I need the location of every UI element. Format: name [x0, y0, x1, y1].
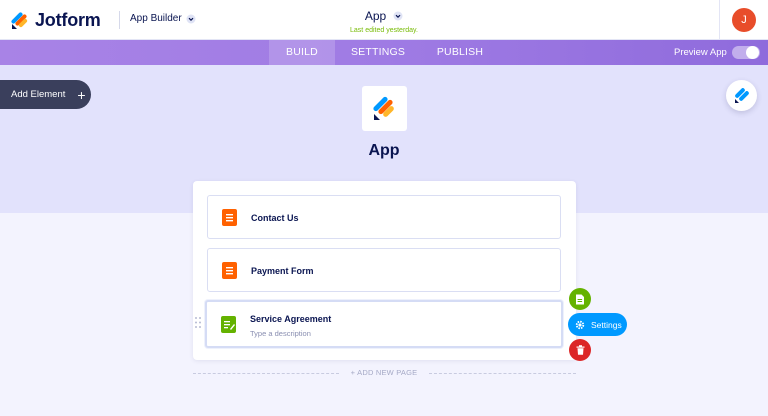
- jotform-logo-icon: [11, 11, 28, 29]
- app-icon[interactable]: [362, 86, 407, 131]
- preview-app-toggle[interactable]: [732, 46, 760, 59]
- page-item-payment-form[interactable]: Payment Form: [207, 248, 561, 292]
- settings-label: Settings: [591, 319, 622, 330]
- page-label: Payment Form: [251, 266, 314, 276]
- app-assistant-button[interactable]: [726, 80, 757, 111]
- jotform-logo[interactable]: Jotform: [11, 10, 101, 31]
- page-item-service-agreement[interactable]: Service Agreement Type a description: [205, 300, 563, 348]
- page-label: Contact Us: [251, 213, 299, 223]
- trash-icon: [576, 345, 584, 355]
- form-icon: [222, 262, 237, 279]
- app-title: App: [364, 9, 387, 23]
- tab-settings[interactable]: SETTINGS: [343, 40, 413, 65]
- jotform-logo-icon: [734, 87, 749, 103]
- gear-icon: [575, 320, 585, 329]
- top-header: Jotform App Builder App Last edited yest…: [0, 0, 768, 40]
- tab-build[interactable]: BUILD: [269, 40, 335, 65]
- divider-line-right: [429, 373, 576, 374]
- drag-handle-icon[interactable]: [194, 316, 202, 329]
- form-icon: [222, 209, 237, 226]
- last-edited-status: Last edited yesterday.: [350, 27, 418, 34]
- builder-label: App Builder: [130, 13, 182, 24]
- logo-text: Jotform: [35, 10, 101, 30]
- jotform-app-icon: [372, 96, 394, 120]
- app-title-area: App Last edited yesterday.: [334, 7, 434, 34]
- app-builder-dropdown[interactable]: App Builder: [130, 13, 196, 24]
- user-avatar[interactable]: J: [732, 8, 756, 32]
- tab-publish[interactable]: PUBLISH: [426, 40, 494, 65]
- chevron-down-icon: [186, 14, 196, 23]
- app-name-heading[interactable]: App: [334, 142, 434, 160]
- app-title-dropdown[interactable]: App: [365, 9, 403, 23]
- change-page-type-button[interactable]: [569, 288, 591, 310]
- page-item-contact-us[interactable]: Contact Us: [207, 195, 561, 239]
- delete-page-button[interactable]: [569, 339, 591, 361]
- document-icon: [576, 294, 584, 304]
- plus-icon: +: [77, 86, 86, 103]
- add-element-label: Add Element: [11, 89, 66, 100]
- sign-document-icon: [221, 316, 236, 333]
- pages-card: Contact Us Payment Form Service Agreemen…: [193, 181, 576, 360]
- header-divider: [119, 11, 120, 29]
- add-element-button[interactable]: Add Element +: [0, 80, 91, 109]
- builder-nav-bar: BUILD SETTINGS PUBLISH Preview App: [0, 40, 768, 65]
- chevron-down-icon: [393, 11, 403, 21]
- preview-app-label: Preview App: [674, 47, 727, 58]
- toggle-knob: [746, 46, 759, 59]
- page-description[interactable]: Type a description: [250, 329, 311, 338]
- divider-line-left: [193, 373, 339, 374]
- page-label: Service Agreement: [250, 314, 332, 324]
- header-right-divider: [719, 0, 720, 40]
- add-new-page-button[interactable]: + ADD NEW PAGE: [342, 368, 426, 377]
- page-settings-button[interactable]: Settings: [568, 313, 627, 336]
